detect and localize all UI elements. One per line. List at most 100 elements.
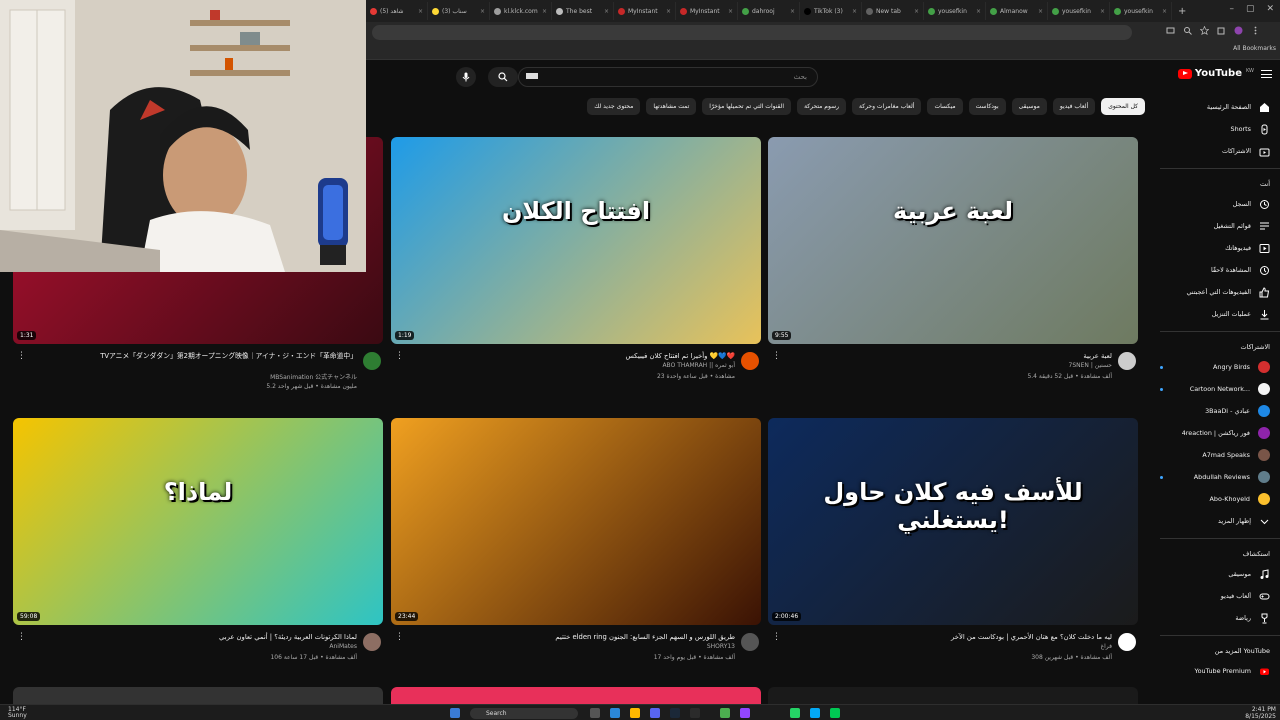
browser-menu-icon[interactable] xyxy=(1251,26,1260,35)
channel-avatar[interactable] xyxy=(363,633,381,651)
browser-tab[interactable]: The best × xyxy=(552,2,614,20)
more-options-icon[interactable]: ⋮ xyxy=(772,632,781,642)
sidebar-item-explore[interactable]: موسيقى xyxy=(1160,563,1280,585)
app-icon-3[interactable] xyxy=(830,708,840,718)
discord-icon[interactable] xyxy=(650,708,660,718)
sidebar-subscription[interactable]: Cartoon Network... xyxy=(1160,378,1280,400)
app-icon[interactable] xyxy=(690,708,700,718)
sidebar-item-more[interactable]: YouTube Premium xyxy=(1160,660,1280,682)
channel-name[interactable]: SHORY13 xyxy=(707,643,735,650)
tab-close-icon[interactable]: × xyxy=(976,8,981,15)
sidebar-subscription[interactable]: Abo-Khoyeld xyxy=(1160,488,1280,510)
channel-name[interactable]: فراغ xyxy=(1101,643,1112,650)
filter-chip[interactable]: تمت مشاهدتها xyxy=(646,98,697,115)
you-section-header[interactable]: أنت xyxy=(1160,175,1280,193)
sidebar-item-you[interactable]: السجل xyxy=(1160,193,1280,215)
profile-avatar[interactable] xyxy=(1234,26,1243,35)
video-title[interactable]: لعبة عربية xyxy=(782,351,1112,361)
video-title[interactable]: ختتيم elden ring طريق اللورس و السهم الج… xyxy=(405,632,735,642)
filter-chip[interactable]: ألعاب مغامرات وحركة xyxy=(852,98,922,115)
tab-close-icon[interactable]: × xyxy=(1162,8,1167,15)
sidebar-item-you[interactable]: عمليات التنزيل xyxy=(1160,303,1280,325)
browser-tab[interactable]: TikTok (3) × xyxy=(800,2,862,20)
channel-avatar[interactable] xyxy=(741,352,759,370)
cast-icon[interactable] xyxy=(1166,26,1175,35)
bookmark-star-icon[interactable] xyxy=(1199,25,1210,36)
sidebar-subscription[interactable]: A7mad Speaks xyxy=(1160,444,1280,466)
sidebar-item-you[interactable]: المشاهدة لاحقًا xyxy=(1160,259,1280,281)
channel-avatar[interactable] xyxy=(363,352,381,370)
channel-avatar[interactable] xyxy=(741,633,759,651)
minimize-button[interactable]: – xyxy=(1229,4,1234,14)
video-thumbnail-partial[interactable] xyxy=(13,687,383,704)
youtube-logo[interactable]: YouTube xyxy=(1177,68,1242,79)
hamburger-menu-icon[interactable] xyxy=(1261,70,1272,78)
video-thumbnail[interactable]: لعبة عربية 9:55 xyxy=(768,137,1138,344)
address-bar[interactable] xyxy=(372,24,1132,40)
tab-close-icon[interactable]: × xyxy=(604,8,609,15)
video-thumbnail-partial[interactable] xyxy=(768,687,1138,704)
voice-search-button[interactable] xyxy=(456,67,476,87)
browser-tab[interactable]: dahrooj × xyxy=(738,2,800,20)
sidebar-item-main[interactable]: الاشتراكات xyxy=(1160,140,1280,162)
video-card[interactable]: للأسف فيه كلان حاول يستغلني! 2:00:46 ليه م… xyxy=(768,418,1138,687)
browser-tab[interactable]: Almanow × xyxy=(986,2,1048,20)
close-window-button[interactable]: ✕ xyxy=(1266,4,1274,14)
steam-icon[interactable] xyxy=(670,708,680,718)
taskbar-search[interactable]: Search xyxy=(470,708,578,719)
video-thumbnail[interactable]: لماذا؟ 59:08 xyxy=(13,418,383,625)
task-view-icon[interactable] xyxy=(590,708,600,718)
start-icon[interactable] xyxy=(450,708,460,718)
search-input[interactable]: بحث xyxy=(518,67,818,87)
channel-name[interactable]: MBSanimation 公式チャンネル xyxy=(270,372,357,381)
tab-close-icon[interactable]: × xyxy=(666,8,671,15)
video-thumbnail[interactable]: 23:44 xyxy=(391,418,761,625)
filter-chip[interactable]: رسوم متحركة xyxy=(797,98,846,115)
browser-tab[interactable]: kl.klck.com × xyxy=(490,2,552,20)
tab-close-icon[interactable]: × xyxy=(1100,8,1105,15)
video-title[interactable]: ليه ما دخلت كلان؟ مع هتان الأحمري | بودك… xyxy=(782,632,1112,642)
video-card[interactable]: 23:44 ختتيم elden ring طريق اللورس و السه… xyxy=(391,418,761,687)
video-title[interactable]: لماذا الكرتونات العربية رديئة؟ | أنمي تع… xyxy=(27,632,357,642)
more-options-icon[interactable]: ⋮ xyxy=(17,632,26,642)
tab-close-icon[interactable]: × xyxy=(480,8,485,15)
tab-close-icon[interactable]: × xyxy=(542,8,547,15)
tab-close-icon[interactable]: × xyxy=(790,8,795,15)
file-explorer-icon[interactable] xyxy=(630,708,640,718)
video-title[interactable]: وأخيرا تم افتتاح كلان فيبيكس 💛💙❤️ xyxy=(405,351,735,361)
weather-widget[interactable]: 114°F Sunny xyxy=(8,707,27,719)
channel-name[interactable]: 7SNEN | حسنين xyxy=(1069,362,1112,369)
sidebar-subscription[interactable]: 4reaction | فور رياكشن xyxy=(1160,422,1280,444)
filter-chip[interactable]: بودكاست xyxy=(968,98,1006,115)
extensions-icon[interactable] xyxy=(1217,26,1226,35)
sidebar-item-main[interactable]: Shorts xyxy=(1160,118,1280,140)
browser-tab[interactable]: شاهد (5) × xyxy=(366,2,428,20)
browser-tab[interactable]: MyInstant × xyxy=(676,2,738,20)
filter-chip[interactable]: محتوى جديد لك xyxy=(587,98,641,115)
filter-chip[interactable]: كل المحتوى xyxy=(1101,98,1145,115)
sidebar-item-explore[interactable]: ألعاب فيديو xyxy=(1160,585,1280,607)
browser-tab[interactable]: MyInstant × xyxy=(614,2,676,20)
sidebar-item-explore[interactable]: رياضة xyxy=(1160,607,1280,629)
sidebar-item-main[interactable]: الصفحة الرئيسية xyxy=(1160,96,1280,118)
new-tab-button[interactable]: + xyxy=(1178,6,1186,17)
video-thumbnail[interactable]: افتتاح الكلان 1:19 xyxy=(391,137,761,344)
show-more-button[interactable]: إظهار المزيد xyxy=(1160,510,1280,532)
video-title[interactable]: TVアニメ「ダンダダン」第2期オープニング映像｜アイナ・ジ・エンド「革命道中」 xyxy=(27,351,357,361)
chrome-icon[interactable] xyxy=(720,708,730,718)
filter-chip[interactable]: القنوات التي تم تحميلها مؤخرًا xyxy=(702,98,792,115)
filter-chip[interactable]: ألعاب فيديو xyxy=(1052,98,1096,115)
channel-avatar[interactable] xyxy=(1118,352,1136,370)
sidebar-item-you[interactable]: فيديوهاتك xyxy=(1160,237,1280,259)
channel-name[interactable]: ABO THAMRAH || أبو ثمره xyxy=(662,362,735,369)
tab-close-icon[interactable]: × xyxy=(914,8,919,15)
all-bookmarks-link[interactable]: All Bookmarks xyxy=(1233,45,1276,52)
browser-tab[interactable]: New tab × xyxy=(862,2,924,20)
browser-tab[interactable]: سناب (3) × xyxy=(428,2,490,20)
video-thumbnail[interactable]: للأسف فيه كلان حاول يستغلني! 2:00:46 xyxy=(768,418,1138,625)
more-options-icon[interactable]: ⋮ xyxy=(772,351,781,361)
search-button[interactable] xyxy=(488,67,518,87)
app-icon-2[interactable] xyxy=(810,708,820,718)
more-options-icon[interactable]: ⋮ xyxy=(17,351,26,361)
video-card[interactable]: لعبة عربية 9:55 لعبة عربية 7SNEN | حسنين 5.4… xyxy=(768,137,1138,406)
